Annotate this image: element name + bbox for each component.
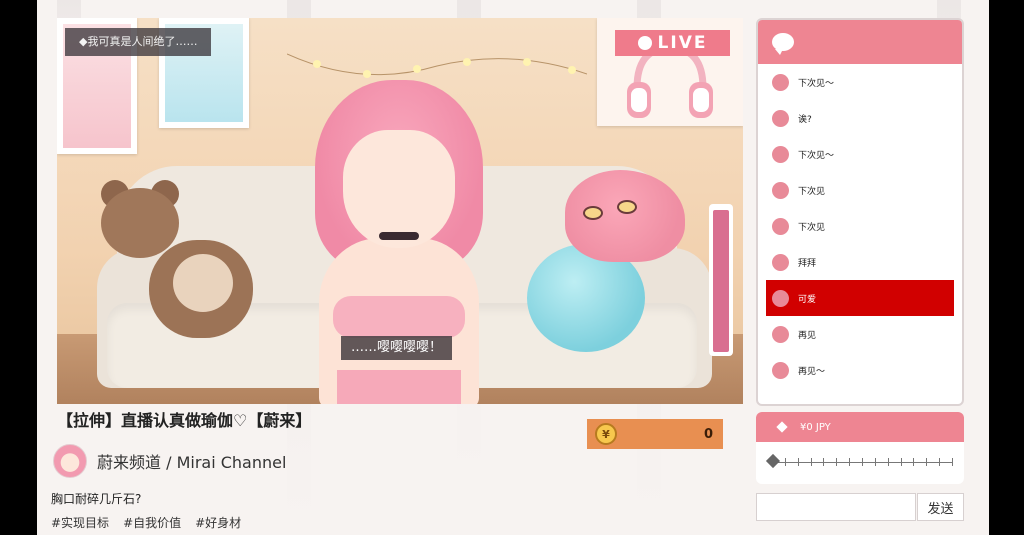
subtitle-center: ……嘤嘤嘤嘤！ <box>341 336 453 360</box>
character-shorts <box>337 370 461 404</box>
coin-counter: ¥ 0 <box>587 419 723 449</box>
chat-message-text: 下次见～ <box>798 78 835 89</box>
tag[interactable]: #实现目标 <box>51 514 109 531</box>
chat-message[interactable]: 下次见 <box>758 172 962 208</box>
video-player[interactable]: ◆我可真是人间绝了…… LIVE ……嘤嘤嘤嘤！ <box>57 18 743 404</box>
chat-message-text: 再见 <box>798 330 817 341</box>
user-avatar-icon <box>772 145 789 163</box>
diamond-icon <box>776 421 788 433</box>
live-badge: LIVE <box>615 30 730 56</box>
tag-list: #实现目标 #自我价值 #好身材 <box>51 514 241 531</box>
slider-tick <box>784 458 786 466</box>
chat-message-text: 下次见 <box>798 222 826 233</box>
slider-knob[interactable] <box>765 453 781 469</box>
stream-title: 【拉伸】直播认真做瑜伽♡【蔚来】 <box>57 411 312 430</box>
character-choker <box>379 232 419 240</box>
slider-tick <box>874 458 876 466</box>
slider-tick <box>810 458 812 466</box>
chat-message[interactable]: 诶? <box>758 100 962 136</box>
tag[interactable]: #自我价值 <box>123 514 181 531</box>
chat-message-highlighted[interactable]: 可爱 <box>766 280 954 316</box>
tip-slider[interactable] <box>756 442 964 482</box>
tip-header: ¥0 JPY <box>756 412 964 442</box>
bear-belly <box>173 254 233 312</box>
chat-message-text: 下次见 <box>798 186 826 197</box>
user-avatar-icon <box>772 289 789 307</box>
slider-tick <box>952 458 953 466</box>
slider-tick <box>849 458 851 466</box>
yen-coin-icon: ¥ <box>595 423 617 445</box>
slider-tick <box>862 458 863 466</box>
user-avatar-icon <box>772 217 789 235</box>
slider-tick <box>836 458 838 466</box>
plush-eye <box>617 200 637 214</box>
chat-message[interactable]: 下次见～ <box>758 136 962 172</box>
chat-bubble-icon <box>772 33 794 55</box>
character-top <box>333 296 465 338</box>
slider-tick <box>913 458 915 466</box>
slider-tick <box>939 458 941 466</box>
coin-value: 0 <box>703 426 713 442</box>
chat-message[interactable]: 拜拜 <box>758 244 962 280</box>
send-button[interactable]: 发送 <box>917 493 964 521</box>
chat-message-text: 拜拜 <box>798 258 817 269</box>
tip-panel: ¥0 JPY <box>756 412 964 484</box>
stream-description: 胸口耐碎几斤石? <box>51 492 142 506</box>
chat-message-text: 下次见～ <box>798 150 835 161</box>
user-avatar-icon <box>772 253 789 271</box>
chat-message-text: 再见～ <box>798 366 826 377</box>
chat-message[interactable]: 下次见～ <box>758 64 962 100</box>
tag[interactable]: #好身材 <box>195 514 241 531</box>
slider-tick <box>823 458 825 466</box>
user-avatar-icon <box>772 361 789 379</box>
live-label: LIVE <box>657 33 708 53</box>
stream-page: ◆我可真是人间绝了…… LIVE ……嘤嘤嘤嘤！ 【拉伸】直播认真做瑜伽♡【蔚来… <box>37 0 989 535</box>
chat-list: 下次见～ 诶? 下次见～ 下次见 下次见 拜拜 可爱 再见 再见～ <box>758 64 962 388</box>
channel-avatar[interactable] <box>53 444 87 478</box>
chat-message[interactable]: 再见 <box>758 316 962 352</box>
string-lights <box>287 53 587 78</box>
channel-name[interactable]: 蔚来频道 / Mirai Channel <box>97 449 286 473</box>
chat-input[interactable] <box>756 493 916 521</box>
chat-message[interactable]: 下次见 <box>758 208 962 244</box>
bear-head <box>101 188 179 258</box>
user-avatar-icon <box>772 181 789 199</box>
channel-info[interactable]: 蔚来频道 / Mirai Channel <box>53 444 286 478</box>
user-avatar-icon <box>772 73 789 91</box>
slider-tick <box>900 458 902 466</box>
user-avatar-icon <box>772 109 789 127</box>
tip-amount: ¥0 JPY <box>800 421 831 433</box>
chat-header <box>758 20 962 64</box>
live-dot-icon <box>637 36 652 50</box>
chat-message-text: 可爱 <box>798 294 817 305</box>
user-avatar-icon <box>772 325 789 343</box>
character-face <box>343 130 455 248</box>
chat-panel: 下次见～ 诶? 下次见～ 下次见 下次见 拜拜 可爱 再见 再见～ <box>756 18 964 406</box>
chat-message-text: 诶? <box>798 114 812 125</box>
slider-tick <box>797 458 799 466</box>
side-meter <box>709 204 733 356</box>
slider-tick <box>926 458 928 466</box>
slider-tick <box>887 458 889 466</box>
chat-message[interactable]: 再见～ <box>758 352 962 388</box>
subtitle-top: ◆我可真是人间绝了…… <box>65 28 212 56</box>
plush-eye <box>583 206 603 220</box>
